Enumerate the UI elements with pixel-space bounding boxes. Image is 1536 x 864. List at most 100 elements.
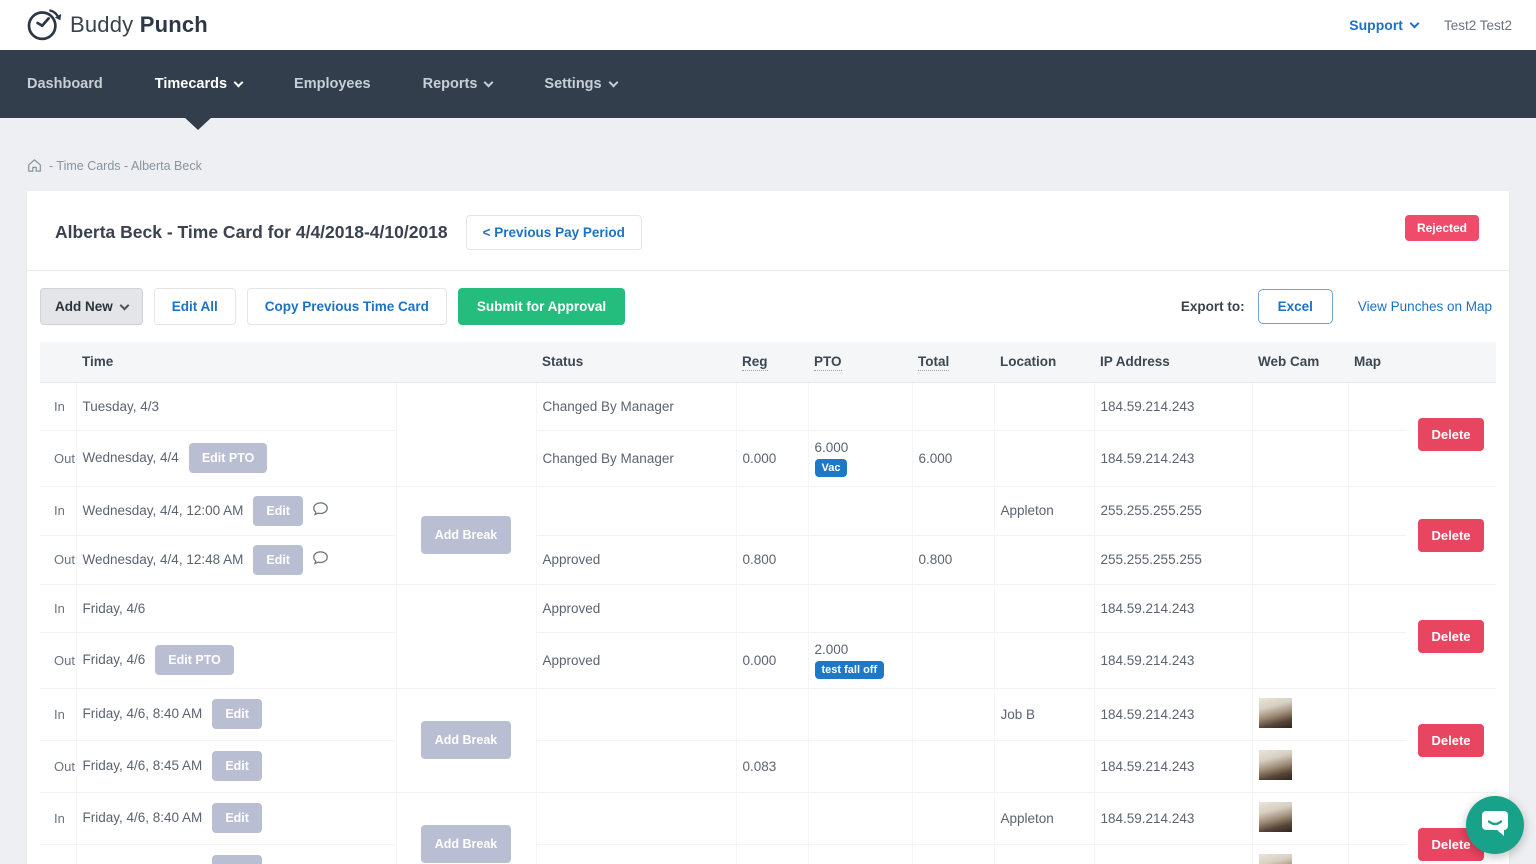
user-menu[interactable]: Test2 Test2 — [1444, 18, 1512, 33]
punch-direction-cell: In — [40, 382, 76, 430]
webcam-cell — [1252, 688, 1348, 740]
reg-hours-cell: 0.000 — [736, 430, 808, 486]
edit-punch-button[interactable]: Edit — [212, 699, 262, 729]
comment-bubble-icon[interactable] — [312, 501, 329, 520]
delete-punch-pair-button[interactable]: Delete — [1418, 620, 1483, 653]
edit-punch-button[interactable]: Edit — [212, 751, 262, 781]
total-hours-cell — [912, 844, 994, 864]
comment-bubble-icon[interactable] — [312, 550, 329, 569]
pto-hours-cell — [808, 486, 912, 535]
edit-punch-button[interactable]: Edit — [253, 545, 303, 575]
punch-time-text: Wednesday, 4/4, 12:48 AM — [83, 552, 244, 567]
total-hours-cell — [912, 792, 994, 844]
top-bar: Buddy Punch Support Test2 Test2 — [0, 0, 1536, 50]
punch-time-text: Friday, 4/6 — [83, 652, 146, 667]
map-cell — [1348, 486, 1406, 535]
table-row: OutFriday, 4/6, 8:45 AMEdit0.083184.59.2… — [40, 844, 1496, 864]
edit-all-button[interactable]: Edit All — [154, 288, 236, 325]
nav-item-employees[interactable]: Employees — [294, 52, 371, 116]
punch-time-text: Tuesday, 4/3 — [83, 399, 160, 414]
nav-item-label: Settings — [544, 76, 601, 92]
chat-launcher-button[interactable] — [1466, 796, 1524, 854]
webcam-thumbnail[interactable] — [1259, 802, 1292, 832]
submit-for-approval-button[interactable]: Submit for Approval — [458, 288, 625, 325]
ip-address-cell: 184.59.214.243 — [1094, 688, 1252, 740]
delete-punch-pair-button[interactable]: Delete — [1418, 724, 1483, 757]
toolbar: Add New Edit All Copy Previous Time Card… — [27, 271, 1509, 342]
punch-time-text: Friday, 4/6, 8:40 AM — [83, 706, 203, 721]
webcam-thumbnail[interactable] — [1259, 698, 1292, 728]
column-header-pto[interactable]: PTO — [808, 342, 912, 382]
table-header-row: TimeStatusRegPTOTotalLocationIP AddressW… — [40, 342, 1496, 382]
add-break-cell: Add Break — [396, 792, 536, 864]
delete-punch-pair-button[interactable]: Delete — [1418, 418, 1483, 451]
chevron-down-icon — [119, 300, 129, 310]
location-cell — [994, 535, 1094, 584]
location-cell — [994, 844, 1094, 864]
excel-export-button[interactable]: Excel — [1258, 289, 1333, 324]
ip-address-cell: 184.59.214.243 — [1094, 382, 1252, 430]
punch-time-text: Wednesday, 4/4, 12:00 AM — [83, 503, 244, 518]
status-cell: Changed By Manager — [536, 430, 736, 486]
status-cell: Approved — [536, 584, 736, 632]
punch-time-cell: Friday, 4/6, 8:40 AM Edit — [76, 792, 396, 844]
edit-punch-button[interactable]: Edit — [212, 803, 262, 833]
webcam-cell — [1252, 740, 1348, 792]
pto-hours-cell — [808, 382, 912, 430]
punch-time-cell: Wednesday, 4/4, 12:48 AM Edit — [76, 535, 396, 584]
pto-value: 2.000 — [815, 642, 906, 657]
nav-item-timecards[interactable]: Timecards — [155, 52, 242, 116]
table-row: OutFriday, 4/6Edit PTOApproved0.0002.000… — [40, 632, 1496, 688]
brand-name: Buddy Punch — [70, 12, 208, 38]
webcam-thumbnail[interactable] — [1259, 854, 1292, 864]
nav-item-dashboard[interactable]: Dashboard — [27, 52, 103, 116]
add-break-cell: Add Break — [396, 486, 536, 584]
pto-hours-cell — [808, 535, 912, 584]
column-header-empty — [1406, 342, 1496, 382]
pto-hours-cell — [808, 740, 912, 792]
edit-punch-button[interactable]: Edit — [212, 855, 262, 864]
nav-item-settings[interactable]: Settings — [544, 52, 616, 116]
add-break-button[interactable]: Add Break — [421, 516, 512, 554]
home-icon[interactable] — [27, 158, 42, 173]
total-hours-cell — [912, 688, 994, 740]
column-header-total[interactable]: Total — [912, 342, 994, 382]
status-cell: Changed By Manager — [536, 382, 736, 430]
buddy-punch-logo[interactable]: Buddy Punch — [24, 3, 208, 48]
punch-time-text: Friday, 4/6 — [83, 601, 146, 616]
delete-punch-pair-button[interactable]: Delete — [1418, 519, 1483, 552]
add-break-cell — [396, 584, 536, 688]
edit-punch-button[interactable]: Edit — [253, 496, 303, 526]
ip-address-cell: 184.59.214.243 — [1094, 584, 1252, 632]
column-header-reg[interactable]: Reg — [736, 342, 808, 382]
main-nav: Dashboard Timecards Employees Reports Settin… — [0, 50, 1536, 118]
webcam-thumbnail[interactable] — [1259, 750, 1292, 780]
edit-pto-button[interactable]: Edit PTO — [189, 443, 268, 473]
edit-pto-button[interactable]: Edit PTO — [155, 645, 234, 675]
pto-hours-cell — [808, 792, 912, 844]
add-break-cell: Add Break — [396, 688, 536, 792]
punch-time-text: Friday, 4/6, 8:45 AM — [83, 758, 203, 773]
support-menu[interactable]: Support — [1349, 17, 1418, 33]
pto-hours-cell: 6.000Vac — [808, 430, 912, 486]
view-punches-on-map-link[interactable]: View Punches on Map — [1358, 299, 1492, 314]
location-cell — [994, 632, 1094, 688]
location-cell: Appleton — [994, 486, 1094, 535]
nav-item-label: Employees — [294, 76, 371, 92]
add-break-button[interactable]: Add Break — [421, 825, 512, 863]
webcam-cell — [1252, 844, 1348, 864]
breadcrumb-text[interactable]: - Time Cards - Alberta Beck — [49, 159, 202, 173]
nav-item-label: Reports — [423, 76, 478, 92]
location-cell — [994, 584, 1094, 632]
punch-time-cell: Friday, 4/6 Edit PTO — [76, 632, 396, 688]
punch-time-text: Friday, 4/6, 8:40 AM — [83, 810, 203, 825]
column-header-time: Time — [76, 342, 396, 382]
add-break-button[interactable]: Add Break — [421, 721, 512, 759]
punch-direction-cell: In — [40, 584, 76, 632]
previous-pay-period-button[interactable]: < Previous Pay Period — [466, 215, 642, 250]
webcam-cell — [1252, 486, 1348, 535]
nav-item-reports[interactable]: Reports — [423, 52, 493, 116]
copy-previous-time-card-button[interactable]: Copy Previous Time Card — [247, 288, 447, 325]
add-new-button[interactable]: Add New — [40, 288, 143, 325]
punch-direction-cell: In — [40, 688, 76, 740]
